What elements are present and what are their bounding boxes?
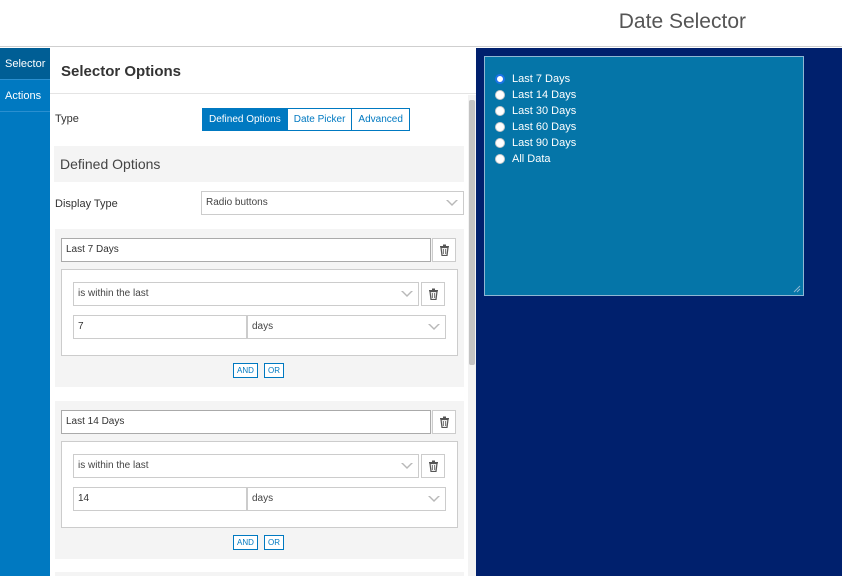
condition-select[interactable]: is within the last bbox=[73, 454, 419, 478]
radio-label: Last 7 Days bbox=[512, 73, 571, 85]
radio-label: All Data bbox=[512, 153, 551, 165]
option-card-1: Last 7 Days is within the last 7 days AN… bbox=[55, 229, 464, 387]
delete-option-button[interactable] bbox=[432, 410, 456, 434]
delete-option-button[interactable] bbox=[432, 238, 456, 262]
and-button[interactable]: AND bbox=[233, 535, 258, 550]
display-type-value: Radio buttons bbox=[206, 197, 268, 208]
radio-label: Last 90 Days bbox=[512, 137, 577, 149]
chevron-down-icon bbox=[428, 496, 440, 502]
or-button[interactable]: OR bbox=[264, 535, 284, 550]
condition-select[interactable]: is within the last bbox=[73, 282, 419, 306]
date-selector-preview: Last 7 Days Last 14 Days Last 30 Days La… bbox=[484, 56, 804, 296]
option-name-input[interactable]: Last 14 Days bbox=[61, 410, 431, 434]
selector-options-panel: Selector Options Type Defined Options Da… bbox=[50, 48, 476, 576]
chevron-down-icon bbox=[401, 291, 413, 297]
radio-option[interactable]: Last 7 Days bbox=[495, 71, 803, 87]
condition-box: is within the last 7 days bbox=[61, 269, 458, 356]
left-nav: Selector Actions bbox=[0, 48, 50, 576]
radio-icon[interactable] bbox=[495, 154, 505, 164]
page-title: Date Selector bbox=[618, 10, 746, 33]
trash-icon bbox=[439, 416, 449, 428]
radio-label: Last 14 Days bbox=[512, 89, 577, 101]
radio-icon[interactable] bbox=[495, 138, 505, 148]
unit-value: days bbox=[252, 493, 274, 504]
radio-label: Last 60 Days bbox=[512, 121, 577, 133]
type-date-picker-button[interactable]: Date Picker bbox=[286, 108, 353, 131]
chevron-down-icon bbox=[428, 324, 440, 330]
preview-area: Last 7 Days Last 14 Days Last 30 Days La… bbox=[476, 48, 842, 576]
radio-option[interactable]: Last 90 Days bbox=[495, 135, 803, 151]
type-segmented-control: Defined Options Date Picker Advanced bbox=[202, 108, 410, 131]
radio-option[interactable]: Last 14 Days bbox=[495, 87, 803, 103]
radio-option[interactable]: All Data bbox=[495, 151, 803, 167]
delete-condition-button[interactable] bbox=[421, 282, 445, 306]
condition-value: is within the last bbox=[78, 460, 149, 471]
radio-icon[interactable] bbox=[495, 122, 505, 132]
condition-box: is within the last 14 days bbox=[61, 441, 458, 528]
radio-icon[interactable] bbox=[495, 90, 505, 100]
radio-icon[interactable] bbox=[495, 106, 505, 116]
panel-title: Selector Options bbox=[50, 48, 476, 94]
chevron-down-icon bbox=[446, 200, 458, 206]
resize-handle-icon[interactable] bbox=[793, 285, 801, 293]
trash-icon bbox=[428, 460, 438, 472]
option-name-input[interactable]: Last 7 Days bbox=[61, 238, 431, 262]
type-defined-options-button[interactable]: Defined Options bbox=[202, 108, 288, 131]
radio-label: Last 30 Days bbox=[512, 105, 577, 117]
trash-icon bbox=[439, 244, 449, 256]
unit-select[interactable]: days bbox=[247, 487, 446, 511]
nav-item-selector[interactable]: Selector bbox=[0, 48, 50, 80]
amount-input[interactable]: 14 bbox=[73, 487, 247, 511]
delete-condition-button[interactable] bbox=[421, 454, 445, 478]
trash-icon bbox=[428, 288, 438, 300]
chevron-down-icon bbox=[401, 463, 413, 469]
radio-option[interactable]: Last 60 Days bbox=[495, 119, 803, 135]
amount-input[interactable]: 7 bbox=[73, 315, 247, 339]
unit-value: days bbox=[252, 321, 274, 332]
type-advanced-button[interactable]: Advanced bbox=[351, 108, 410, 131]
type-label: Type bbox=[55, 113, 79, 125]
condition-value: is within the last bbox=[78, 288, 149, 299]
nav-item-actions[interactable]: Actions bbox=[0, 80, 50, 112]
option-card-3 bbox=[55, 572, 464, 576]
scrollbar-thumb[interactable] bbox=[469, 100, 475, 365]
panel-scrollbar[interactable] bbox=[468, 95, 476, 576]
radio-selected-icon[interactable] bbox=[495, 74, 505, 84]
radio-option[interactable]: Last 30 Days bbox=[495, 103, 803, 119]
display-type-select[interactable]: Radio buttons bbox=[201, 191, 464, 215]
top-bar: Date Selector bbox=[0, 0, 842, 47]
option-card-2: Last 14 Days is within the last 14 days … bbox=[55, 401, 464, 559]
and-button[interactable]: AND bbox=[233, 363, 258, 378]
display-type-label: Display Type bbox=[55, 198, 118, 210]
or-button[interactable]: OR bbox=[264, 363, 284, 378]
defined-options-heading: Defined Options bbox=[54, 146, 464, 182]
unit-select[interactable]: days bbox=[247, 315, 446, 339]
